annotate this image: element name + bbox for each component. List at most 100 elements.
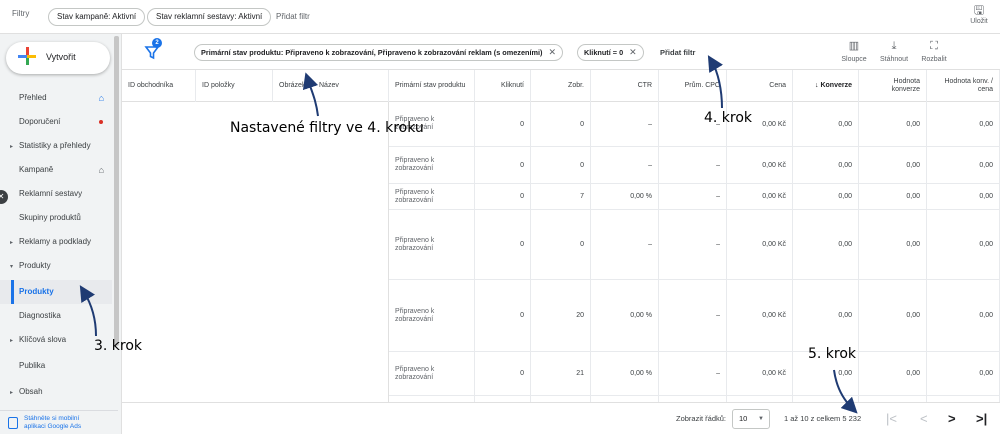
rows-per-page-select[interactable]: 10 ▼ [732,409,770,429]
chevron-right-icon: ▸ [10,390,14,396]
table-toolbar: 2 Primární stav produktu: Připraveno k z… [122,34,1000,70]
cell-ctr: 0,00 % [591,184,659,209]
close-icon[interactable]: ✕ [629,47,637,57]
col-conversions[interactable]: ↓ Konverze [793,70,859,102]
page-range-text: 1 až 10 z celkem 5 232 [784,414,862,423]
sidebar-item-diagnostics[interactable]: Diagnostika [0,304,112,328]
cell-cost: 0,00 Kč [727,210,793,279]
mobile-app-promo[interactable]: Stáhněte si mobilní aplikaci Google Ads [0,410,118,434]
cell-avg-cpc: – [659,210,727,279]
cell-conv-value: 0,00 [859,210,927,279]
campaign-status-chip[interactable]: Stav kampaně: Aktivní [48,8,146,26]
sidebar-item-label: Přehled [19,93,47,102]
cell-conv-value-cost: 0,00 [927,352,1000,395]
sidebar-item-label: Statistiky a přehledy [19,141,91,150]
table-row[interactable]: Připraveno k zobrazování 0 21 0,00 % –0,00 K… [389,352,1000,396]
cell-cost: 0,00 Kč [727,184,793,209]
col-ctr[interactable]: CTR [591,70,659,102]
close-icon[interactable]: ✕ [548,47,556,57]
cell-impressions: 20 [531,280,591,351]
top-filter-bar: Filtry Stav kampaně: Aktivní Stav reklam… [0,0,1000,34]
sidebar-item-audiences[interactable]: Publika [0,354,112,378]
sidebar-item-ad-groups[interactable]: Reklamní sestavy [0,182,112,206]
sidebar-item-products-group[interactable]: ▾ Produkty [0,254,112,278]
first-page-icon[interactable]: |< [886,409,897,429]
next-page-icon[interactable]: > [948,409,956,429]
sidebar-item-ads-assets[interactable]: ▸ Reklamy a podklady [0,230,112,254]
home-icon: ⌂ [98,165,104,175]
col-primary-status[interactable]: Primární stav produktu [389,70,475,102]
col-cost[interactable]: Cena [727,70,793,102]
add-filter-button[interactable]: Přidat filtr [660,48,695,57]
cell-conv-value-cost: 0,00 [927,147,1000,183]
sidebar-item-label: Obsah [19,387,43,396]
col-conv-value[interactable]: Hodnota konverze [859,70,927,102]
cell-avg-cpc: – [659,280,727,351]
last-page-icon[interactable]: >| [976,409,987,429]
save-icon: 🖫 [973,3,985,17]
sidebar-item-recommendations[interactable]: Doporučení [0,110,112,134]
table-row[interactable]: Připraveno k zobrazování 0 7 0,00 % –0,00 Kč… [389,184,1000,210]
cell-conv-value-cost: 0,00 [927,102,1000,146]
cell-clicks: 0 [475,352,531,395]
table-row[interactable]: Připraveno k zobrazování 0 0– –0,00 Kč 0,00 0… [389,102,1000,147]
col-image[interactable]: Obrázek [273,70,313,102]
columns-icon: ▥ [848,40,860,52]
sidebar-item-insights[interactable]: ▸ Statistiky a přehledy [0,134,112,158]
col-clicks[interactable]: Kliknutí [475,70,531,102]
notification-dot-icon [99,120,103,124]
cell-cost: 0,00 Kč [727,280,793,351]
cell-avg-cpc: – [659,352,727,395]
clicks-filter-chip[interactable]: Kliknutí = 0 ✕ [577,44,644,61]
rows-per-page-value: 10 [739,414,748,423]
cell-ctr: – [591,147,659,183]
adgroup-status-chip[interactable]: Stav reklamní sestavy: Aktivní [147,8,272,26]
product-status-filter-chip[interactable]: Primární stav produktu: Připraveno k zob… [194,44,563,61]
sidebar-item-product-groups[interactable]: Skupiny produktů [0,206,112,230]
col-conv-value-cost[interactable]: Hodnota konv. / cena [927,70,1000,102]
sidebar: Vytvořit Přehled ⌂ Doporučení ▸ Statistik… [0,34,122,434]
save-label: Uložit [970,18,988,25]
cell-conversions: 0,00 [793,147,859,183]
col-title[interactable]: Název [313,70,389,102]
sidebar-item-content[interactable]: ▸ Obsah [0,380,112,404]
cell-avg-cpc: – [659,147,727,183]
sidebar-scrollbar[interactable] [114,36,119,346]
sidebar-item-products[interactable]: Produkty [0,280,112,304]
filter-chip-label: Primární stav produktu: Připraveno k zob… [201,48,543,57]
add-filter-link[interactable]: Přidat filtr [276,12,310,21]
cell-cost: 0,00 Kč [727,147,793,183]
cell-ctr: – [591,102,659,146]
download-button[interactable]: ⤓ Stáhnout [874,40,914,63]
cell-impressions: 7 [531,184,591,209]
sidebar-item-overview[interactable]: Přehled ⌂ [0,86,112,110]
columns-button[interactable]: ▥ Sloupce [834,40,874,63]
prev-page-icon[interactable]: < [920,409,928,429]
table-row[interactable]: Připraveno k zobrazování 0 0– –0,00 Kč 0,00 0… [389,147,1000,184]
cell-impressions: 0 [531,210,591,279]
cell-clicks: 0 [475,210,531,279]
cell-conversions: 0,00 [793,280,859,351]
col-merchant-id[interactable]: ID obchodníka [122,70,196,102]
cell-conv-value-cost: 0,00 [927,280,1000,351]
cell-conv-value-cost: 0,00 [927,184,1000,209]
table-left-blank [122,102,389,402]
cell-conv-value: 0,00 [859,352,927,395]
col-avg-cpc[interactable]: Prům. CPC [659,70,727,102]
col-item-id[interactable]: ID položky [196,70,273,102]
save-button[interactable]: 🖫 Uložit [966,4,992,25]
cell-conversions: 0,00 [793,102,859,146]
expand-button[interactable]: ⛶ Rozbalit [914,40,954,63]
table-header: ID obchodníka ID položky Obrázek Název P… [122,70,1000,102]
mobile-phone-icon [8,417,18,429]
table-row[interactable]: Připraveno k zobrazování 0 0– –0,00 Kč 0,00 0… [389,210,1000,280]
expand-label: Rozbalit [921,56,947,63]
cell-conversions: 0,00 [793,184,859,209]
home-icon: ⌂ [98,93,104,103]
cell-conv-value: 0,00 [859,280,927,351]
col-impressions[interactable]: Zobr. [531,70,591,102]
sidebar-item-campaigns[interactable]: Kampaně ⌂ [0,158,112,182]
sidebar-item-label: Publika [19,361,46,370]
create-button[interactable]: Vytvořit [6,42,110,74]
table-row[interactable]: Připraveno k zobrazování 0 20 0,00 % –0,00 K… [389,280,1000,352]
